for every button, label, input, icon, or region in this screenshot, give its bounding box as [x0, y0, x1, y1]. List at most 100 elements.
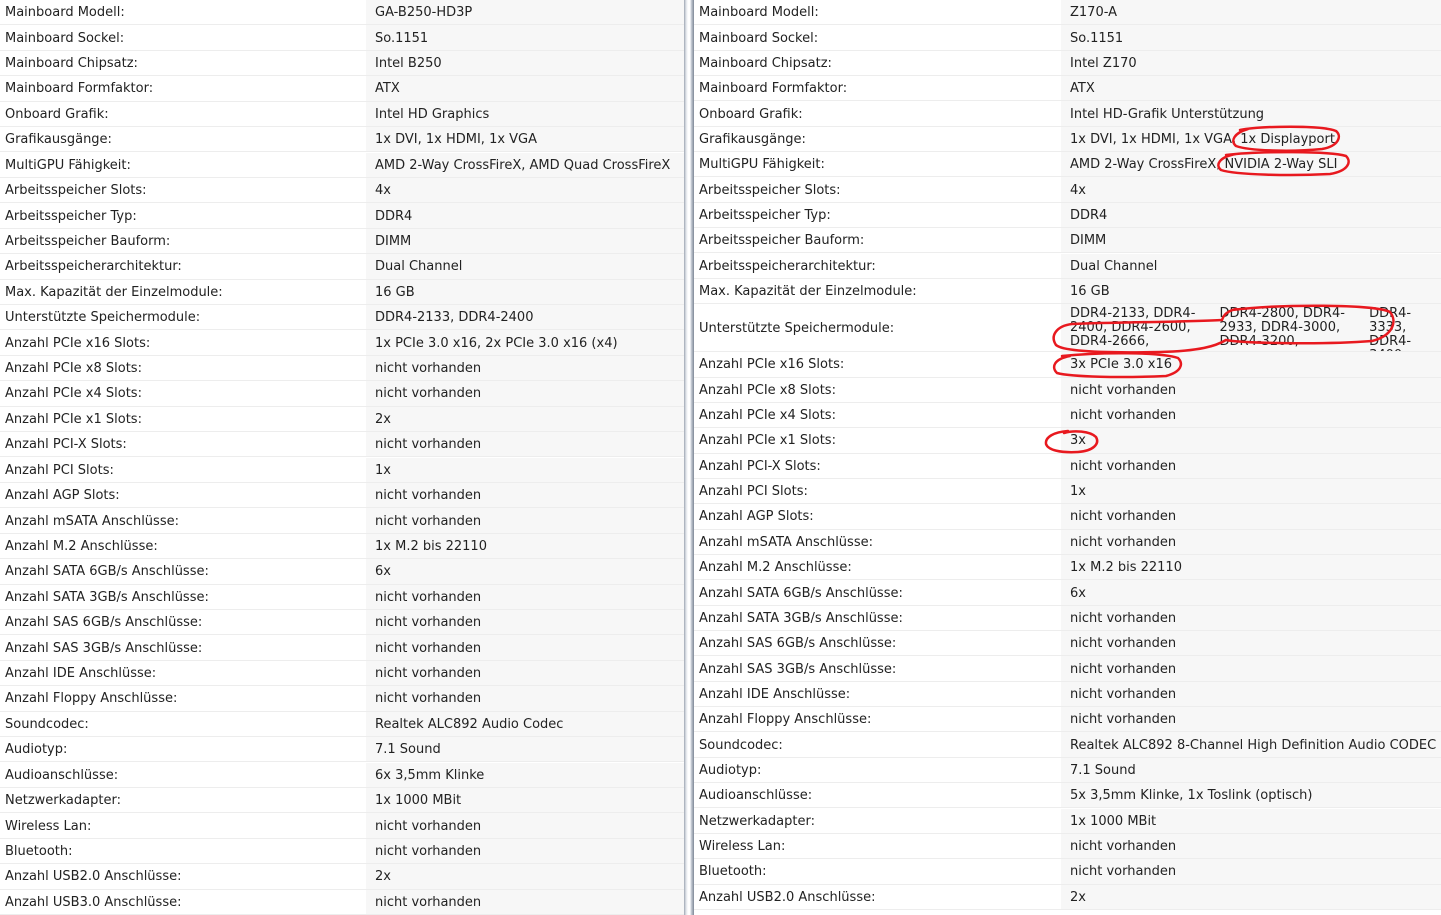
spec-row-mainboard-chipsatz: Mainboard Chipsatz: Intel B250 — [0, 50, 684, 77]
spec-label: Anzahl IDE Anschlüsse: — [699, 686, 851, 702]
spec-label: Unterstützte Speichermodule: — [5, 310, 201, 326]
spec-row-unterstuetzte-speichermodule: Unterstützte Speichermodule: DDR4-2133, D… — [0, 305, 684, 331]
spec-value: nicht vorhanden — [366, 381, 684, 407]
spec-value: nicht vorhanden — [366, 660, 684, 687]
spec-label: Anzahl PCIe x4 Slots: — [5, 386, 142, 402]
spec-value: 1x — [1061, 478, 1441, 505]
spec-label: Netzwerkadapter: — [5, 793, 121, 809]
spec-label: Arbeitsspeicher Bauform: — [5, 233, 171, 249]
spec-value: Dual Channel — [366, 254, 684, 280]
spec-label: Anzahl SATA 6GB/s Anschlüsse: — [699, 585, 903, 601]
spec-value: nicht vorhanden — [366, 482, 684, 509]
spec-value: 1x M.2 bis 22110 — [366, 533, 684, 560]
spec-value: 2x — [366, 406, 684, 433]
spec-row-anzahl-pcie-x8-slots: Anzahl PCIe x8 Slots: nicht vorhanden — [0, 355, 684, 382]
spec-label: Anzahl SATA 3GB/s Anschlüsse: — [699, 610, 903, 626]
spec-value: DDR4 — [366, 203, 684, 229]
spec-value: Intel HD Graphics — [366, 101, 684, 128]
spec-value: 7.1 Sound — [366, 737, 684, 763]
spec-row-arbeitsspeicher-slots: Arbeitsspeicher Slots: 4x — [694, 177, 1441, 204]
spec-row-mainboard-modell: Mainboard Modell: Z170-A — [694, 0, 1441, 26]
spec-label: Anzahl SATA 6GB/s Anschlüsse: — [5, 564, 209, 580]
spec-value: nicht vorhanden — [1061, 859, 1441, 885]
spec-value: 6x — [366, 559, 684, 585]
spec-row-arbeitsspeicher-slots: Arbeitsspeicher Slots: 4x — [0, 177, 684, 204]
spec-value: 4x — [1061, 177, 1441, 203]
spec-value: nicht vorhanden — [1061, 707, 1441, 733]
spec-value: Intel HD-Grafik Unterstützung — [1061, 101, 1441, 127]
spec-value: nicht vorhanden — [1061, 681, 1441, 708]
spec-row-anzahl-sata-6gb-s-anschluesse: Anzahl SATA 6GB/s Anschlüsse: 6x — [0, 559, 684, 585]
spec-value: nicht vorhanden — [1061, 656, 1441, 682]
spec-label: Anzahl M.2 Anschlüsse: — [699, 560, 852, 576]
spec-value: nicht vorhanden — [366, 610, 684, 636]
spec-row-anzahl-sata-3gb-s-anschluesse: Anzahl SATA 3GB/s Anschlüsse: nicht vorha… — [694, 605, 1441, 632]
spec-value: 1x — [366, 457, 684, 483]
spec-row-netzwerkadapter: Netzwerkadapter: 1x 1000 MBit — [694, 808, 1441, 835]
spec-row-bluetooth: Bluetooth: nicht vorhanden — [694, 859, 1441, 885]
spec-row-audiotyp: Audiotyp: 7.1 Sound — [694, 757, 1441, 784]
spec-value: 2x — [366, 864, 684, 890]
spec-label: Unterstützte Speichermodule: — [699, 320, 895, 336]
spec-row-anzahl-pcie-x4-slots: Anzahl PCIe x4 Slots: nicht vorhanden — [0, 381, 684, 408]
spec-row-max-kapazitaet-der-einzelmodule: Max. Kapazität der Einzelmodule: 16 GB — [0, 279, 684, 306]
spec-value: DDR4-2133, DDR4-2400, DDR4-2600, DDR4-26… — [1061, 304, 1441, 363]
spec-value: Intel Z170 — [1061, 50, 1441, 77]
spec-value: nicht vorhanden — [366, 889, 684, 915]
spec-value-line: DDR4-2133, DDR4-2400, DDR4-2600, DDR4-26… — [1070, 306, 1196, 350]
spec-label: Anzahl M.2 Anschlüsse: — [5, 538, 158, 554]
spec-label: Mainboard Sockel: — [5, 30, 125, 46]
spec-value-line: DDR4-2800, DDR4-2933, DDR4-3000, DDR4-32… — [1219, 306, 1345, 350]
spec-row-multigpu-faehigkeit: MultiGPU Fähigkeit: AMD 2-Way CrossFireX,… — [694, 152, 1441, 178]
spec-label: Anzahl Floppy Anschlüsse: — [699, 712, 872, 728]
spec-label: Anzahl IDE Anschlüsse: — [5, 666, 157, 682]
spec-label: Wireless Lan: — [699, 839, 786, 855]
spec-row-anzahl-pcie-x16-slots: Anzahl PCIe x16 Slots: 1x PCIe 3.0 x16, 2… — [0, 330, 684, 357]
spec-row-anzahl-msata-anschluesse: Anzahl mSATA Anschlüsse: nicht vorhanden — [0, 508, 684, 535]
spec-value: nicht vorhanden — [1061, 504, 1441, 530]
spec-label: Wireless Lan: — [5, 818, 92, 834]
spec-label: Max. Kapazität der Einzelmodule: — [699, 284, 917, 300]
spec-row-mainboard-modell: Mainboard Modell: GA-B250-HD3P — [0, 0, 684, 26]
spec-value: Realtek ALC892 Audio Codec — [366, 711, 684, 738]
spec-label: Mainboard Modell: — [699, 5, 819, 21]
spec-label: Anzahl AGP Slots: — [699, 509, 814, 525]
spec-value: DDR4-2133, DDR4-2400 — [366, 305, 684, 331]
spec-value: nicht vorhanden — [1061, 833, 1441, 860]
spec-label: Anzahl SAS 3GB/s Anschlüsse: — [699, 661, 897, 677]
spec-label: Audiotyp: — [5, 742, 68, 758]
spec-row-mainboard-chipsatz: Mainboard Chipsatz: Intel Z170 — [694, 50, 1441, 77]
spec-label: Anzahl SAS 3GB/s Anschlüsse: — [5, 640, 203, 656]
right-spec-table: Mainboard Modell: Z170-A Mainboard Sockel:… — [694, 0, 1441, 915]
spec-label: Soundcodec: — [5, 716, 89, 732]
spec-label: Onboard Grafik: — [5, 106, 109, 122]
spec-value: 3x — [1061, 428, 1441, 454]
spec-row-wireless-lan: Wireless Lan: nicht vorhanden — [0, 813, 684, 840]
spec-value: nicht vorhanden — [366, 584, 684, 610]
left-spec-table: Mainboard Modell: GA-B250-HD3P Mainboard S… — [0, 0, 684, 915]
spec-label: Anzahl mSATA Anschlüsse: — [5, 513, 179, 529]
spec-label: Arbeitsspeicher Slots: — [699, 182, 841, 198]
spec-value: 1x 1000 MBit — [366, 787, 684, 814]
spec-label: Bluetooth: — [699, 864, 767, 880]
spec-value: DDR4 — [1061, 202, 1441, 229]
spec-label: Grafikausgänge: — [699, 131, 806, 147]
spec-label: Audioanschlüsse: — [5, 767, 119, 783]
spec-value: 3x PCIe 3.0 x16 — [1061, 352, 1441, 378]
spec-value: nicht vorhanden — [1061, 529, 1441, 555]
spec-row-arbeitsspeicher-bauform: Arbeitsspeicher Bauform: DIMM — [694, 228, 1441, 254]
spec-value: 1x DVI, 1x HDMI, 1x VGA — [366, 127, 684, 153]
spec-row-anzahl-pci-x-slots: Anzahl PCI-X Slots: nicht vorhanden — [694, 453, 1441, 480]
spec-row-anzahl-pcie-x4-slots: Anzahl PCIe x4 Slots: nicht vorhanden — [694, 402, 1441, 429]
spec-label: Anzahl PCIe x8 Slots: — [699, 382, 836, 398]
spec-row-mainboard-formfaktor: Mainboard Formfaktor: ATX — [0, 76, 684, 103]
spec-value: nicht vorhanden — [1061, 631, 1441, 657]
spec-value: So.1151 — [366, 25, 684, 51]
spec-row-audioanschluesse: Audioanschlüsse: 5x 3,5mm Klinke, 1x Tosl… — [694, 783, 1441, 809]
spec-label: Mainboard Formfaktor: — [699, 81, 848, 97]
splitter-divider[interactable] — [684, 0, 694, 915]
spec-row-anzahl-pcie-x8-slots: Anzahl PCIe x8 Slots: nicht vorhanden — [694, 377, 1441, 404]
spec-value: DIMM — [366, 228, 684, 255]
spec-row-anzahl-ide-anschluesse: Anzahl IDE Anschlüsse: nicht vorhanden — [694, 681, 1441, 708]
spec-row-bluetooth: Bluetooth: nicht vorhanden — [0, 838, 684, 865]
